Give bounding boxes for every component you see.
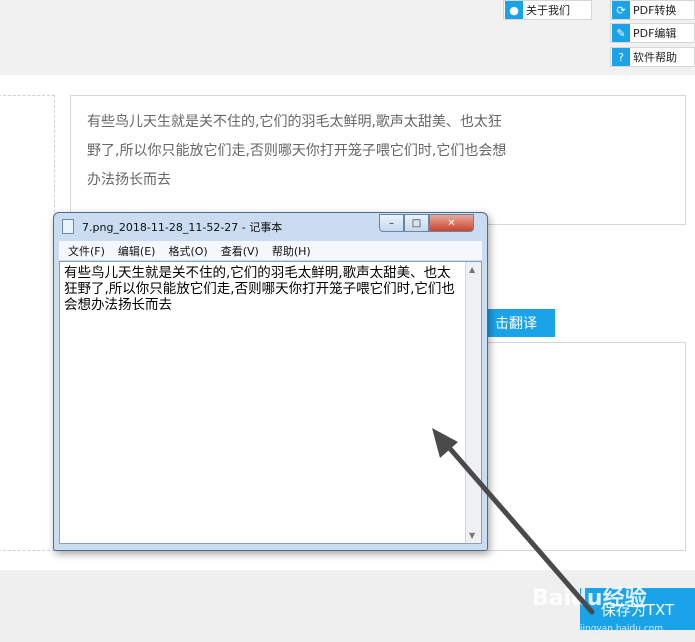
annotation-arrow-icon	[432, 428, 595, 615]
